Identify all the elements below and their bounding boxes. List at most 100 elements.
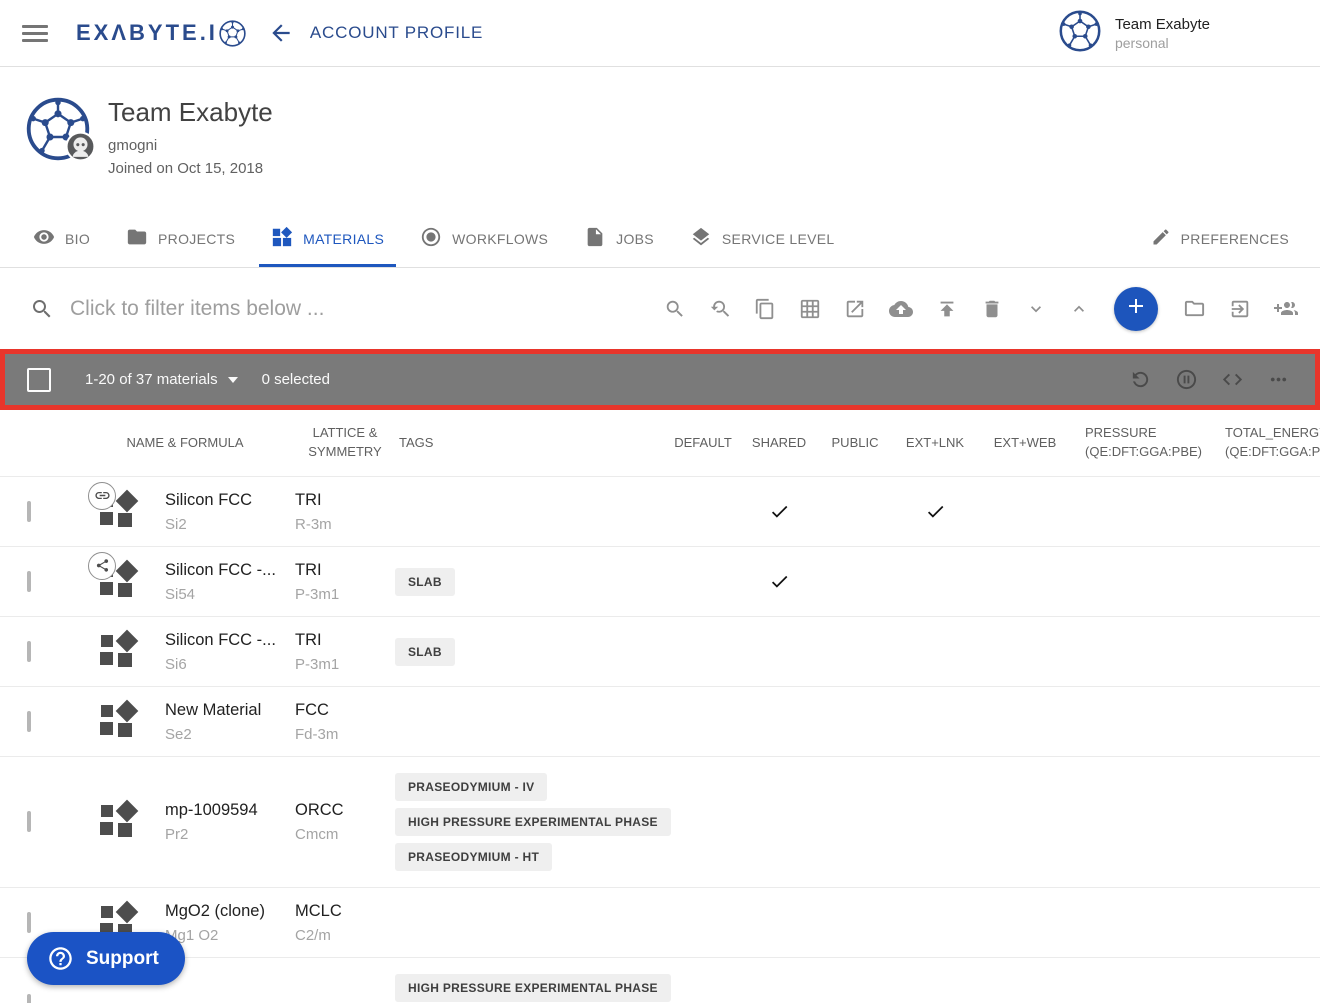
- symmetry-group: Cmcm: [295, 826, 395, 843]
- shared-cell: [741, 571, 817, 592]
- symmetry-group: Fd-3m: [295, 726, 395, 743]
- header-ext-web[interactable]: EXT+WEB: [977, 434, 1073, 453]
- selection-bar: 1-20 of 37 materials 0 selected: [0, 349, 1320, 410]
- back-arrow-icon[interactable]: [268, 20, 294, 46]
- header-tags[interactable]: TAGS: [395, 434, 665, 453]
- material-name[interactable]: mp-1009594: [165, 801, 295, 820]
- table-header: NAME & FORMULA LATTICE & SYMMETRY TAGS D…: [0, 410, 1320, 476]
- account-menu[interactable]: Team Exabyte personal: [1059, 10, 1296, 57]
- joined-date: Joined on Oct 15, 2018: [108, 160, 273, 177]
- add-material-button[interactable]: [1114, 287, 1158, 331]
- tab-label: WORKFLOWS: [452, 231, 548, 247]
- table-grid-icon[interactable]: [799, 298, 821, 320]
- lattice-type: MCLC: [295, 902, 395, 921]
- header-total-energy[interactable]: TOTAL_ENERGY (QE:DFT:GGA:PBE): [1213, 424, 1320, 462]
- tab-materials[interactable]: MATERIALS: [259, 210, 396, 267]
- material-name[interactable]: Silicon FCC: [165, 491, 295, 510]
- username: gmogni: [108, 137, 273, 154]
- import-icon[interactable]: [1229, 298, 1251, 320]
- row-checkbox[interactable]: [27, 571, 31, 592]
- table-row[interactable]: Silicon FCC -... Si6 TRI P-3m1 SLAB: [0, 616, 1320, 686]
- exabyte-logo[interactable]: EXΛBYTE.I: [76, 20, 246, 47]
- profile-tabs: BIO PROJECTS MATERIALS WORKFLOWS JOBS SE…: [0, 210, 1320, 268]
- brand-text: EXΛBYTE.I: [76, 20, 218, 46]
- table-row[interactable]: Silicon FCC -... Si54 TRI P-3m1 SLAB: [0, 546, 1320, 616]
- upload-icon[interactable]: [936, 298, 958, 320]
- material-name[interactable]: New Material: [165, 701, 295, 720]
- team-avatar: [1059, 10, 1101, 57]
- tab-label: SERVICE LEVEL: [722, 231, 835, 247]
- undo-icon[interactable]: [1129, 368, 1152, 391]
- tab-service-level[interactable]: SERVICE LEVEL: [678, 210, 847, 267]
- select-all-checkbox[interactable]: [27, 368, 51, 392]
- row-checkbox[interactable]: [27, 811, 31, 832]
- tags-cell: HIGH PRESSURE EXPERIMENTAL PHASE: [395, 958, 665, 1003]
- top-app-bar: EXΛBYTE.I ACCOUNT PROFILE Team Exabyte p…: [0, 0, 1320, 67]
- row-checkbox[interactable]: [27, 501, 31, 522]
- row-checkbox[interactable]: [27, 711, 31, 732]
- check-icon: [769, 501, 790, 522]
- tab-label: MATERIALS: [303, 231, 384, 247]
- tab-workflows[interactable]: WORKFLOWS: [408, 210, 560, 267]
- header-ext-lnk[interactable]: EXT+LNK: [893, 434, 977, 453]
- pause-icon[interactable]: [1175, 368, 1198, 391]
- tags-cell: [395, 496, 665, 528]
- chevron-down-icon[interactable]: [1026, 299, 1046, 319]
- folder-icon[interactable]: [1183, 297, 1206, 320]
- table-row[interactable]: Silicon FCC Si2 TRI R-3m: [0, 476, 1320, 546]
- tags-cell: SLAB: [395, 622, 665, 682]
- add-users-icon[interactable]: [1274, 297, 1298, 321]
- material-formula: Si2: [165, 516, 295, 533]
- search-icon[interactable]: [664, 298, 686, 320]
- material-name[interactable]: Silicon FCC -...: [165, 561, 295, 580]
- materials-icon: [271, 226, 293, 251]
- tags-cell: [395, 907, 665, 939]
- pagination-dropdown[interactable]: 1-20 of 37 materials: [85, 371, 238, 388]
- search-again-icon[interactable]: [709, 298, 731, 320]
- share-icon: [95, 558, 110, 573]
- lattice-type: ORCC: [295, 801, 395, 820]
- tab-bio[interactable]: BIO: [21, 210, 102, 267]
- header-default[interactable]: DEFAULT: [665, 434, 741, 453]
- row-checkbox[interactable]: [27, 641, 31, 662]
- tag-chip: SLAB: [395, 638, 455, 666]
- plus-icon: [1124, 294, 1148, 323]
- material-icon: [95, 702, 141, 742]
- profile-header: Team Exabyte gmogni Joined on Oct 15, 20…: [0, 67, 1320, 210]
- tab-preferences[interactable]: PREFERENCES: [1139, 210, 1301, 267]
- header-public[interactable]: PUBLIC: [817, 434, 893, 453]
- material-name[interactable]: Silicon FCC -...: [165, 631, 295, 650]
- delete-icon[interactable]: [981, 298, 1003, 320]
- copy-icon[interactable]: [754, 298, 776, 320]
- table-row[interactable]: mp-1009594 Pr2 ORCC Cmcm PRASEODYMIUM - …: [0, 756, 1320, 887]
- material-icon: [95, 492, 141, 532]
- tag-chip: HIGH PRESSURE EXPERIMENTAL PHASE: [395, 974, 671, 1002]
- tab-projects[interactable]: PROJECTS: [114, 210, 247, 267]
- symmetry-group: P-3m1: [295, 656, 395, 673]
- header-shared[interactable]: SHARED: [741, 434, 817, 453]
- open-in-new-icon[interactable]: [844, 298, 866, 320]
- header-name-formula[interactable]: NAME & FORMULA: [75, 434, 295, 453]
- row-checkbox[interactable]: [27, 912, 31, 933]
- material-formula: Pr2: [165, 826, 295, 843]
- symmetry-group: P-3m1: [295, 586, 395, 603]
- chevron-up-icon[interactable]: [1069, 299, 1089, 319]
- tab-jobs[interactable]: JOBS: [572, 210, 666, 267]
- row-checkbox[interactable]: [27, 994, 31, 1003]
- material-name[interactable]: MgO2 (clone): [165, 902, 295, 921]
- more-icon[interactable]: [1267, 368, 1290, 391]
- table-row[interactable]: MgO2 (clone) Mg1 O2 MCLC C2/m: [0, 887, 1320, 957]
- account-type: personal: [1115, 35, 1210, 51]
- header-pressure[interactable]: PRESSURE (QE:DFT:GGA:PBE): [1073, 424, 1213, 462]
- header-lattice-symmetry[interactable]: LATTICE & SYMMETRY: [295, 424, 395, 462]
- table-row[interactable]: New Material Se2 FCC Fd-3m: [0, 686, 1320, 756]
- menu-icon[interactable]: [22, 25, 48, 42]
- cloud-upload-icon[interactable]: [889, 297, 913, 321]
- support-button[interactable]: Support: [27, 932, 185, 985]
- embed-code-icon[interactable]: [1221, 368, 1244, 391]
- lattice-type: FCC: [295, 701, 395, 720]
- material-formula: Se2: [165, 726, 295, 743]
- filter-input[interactable]: [70, 297, 590, 321]
- table-row[interactable]: HIGH PRESSURE EXPERIMENTAL PHASE: [0, 957, 1320, 1003]
- workflow-icon: [420, 226, 442, 251]
